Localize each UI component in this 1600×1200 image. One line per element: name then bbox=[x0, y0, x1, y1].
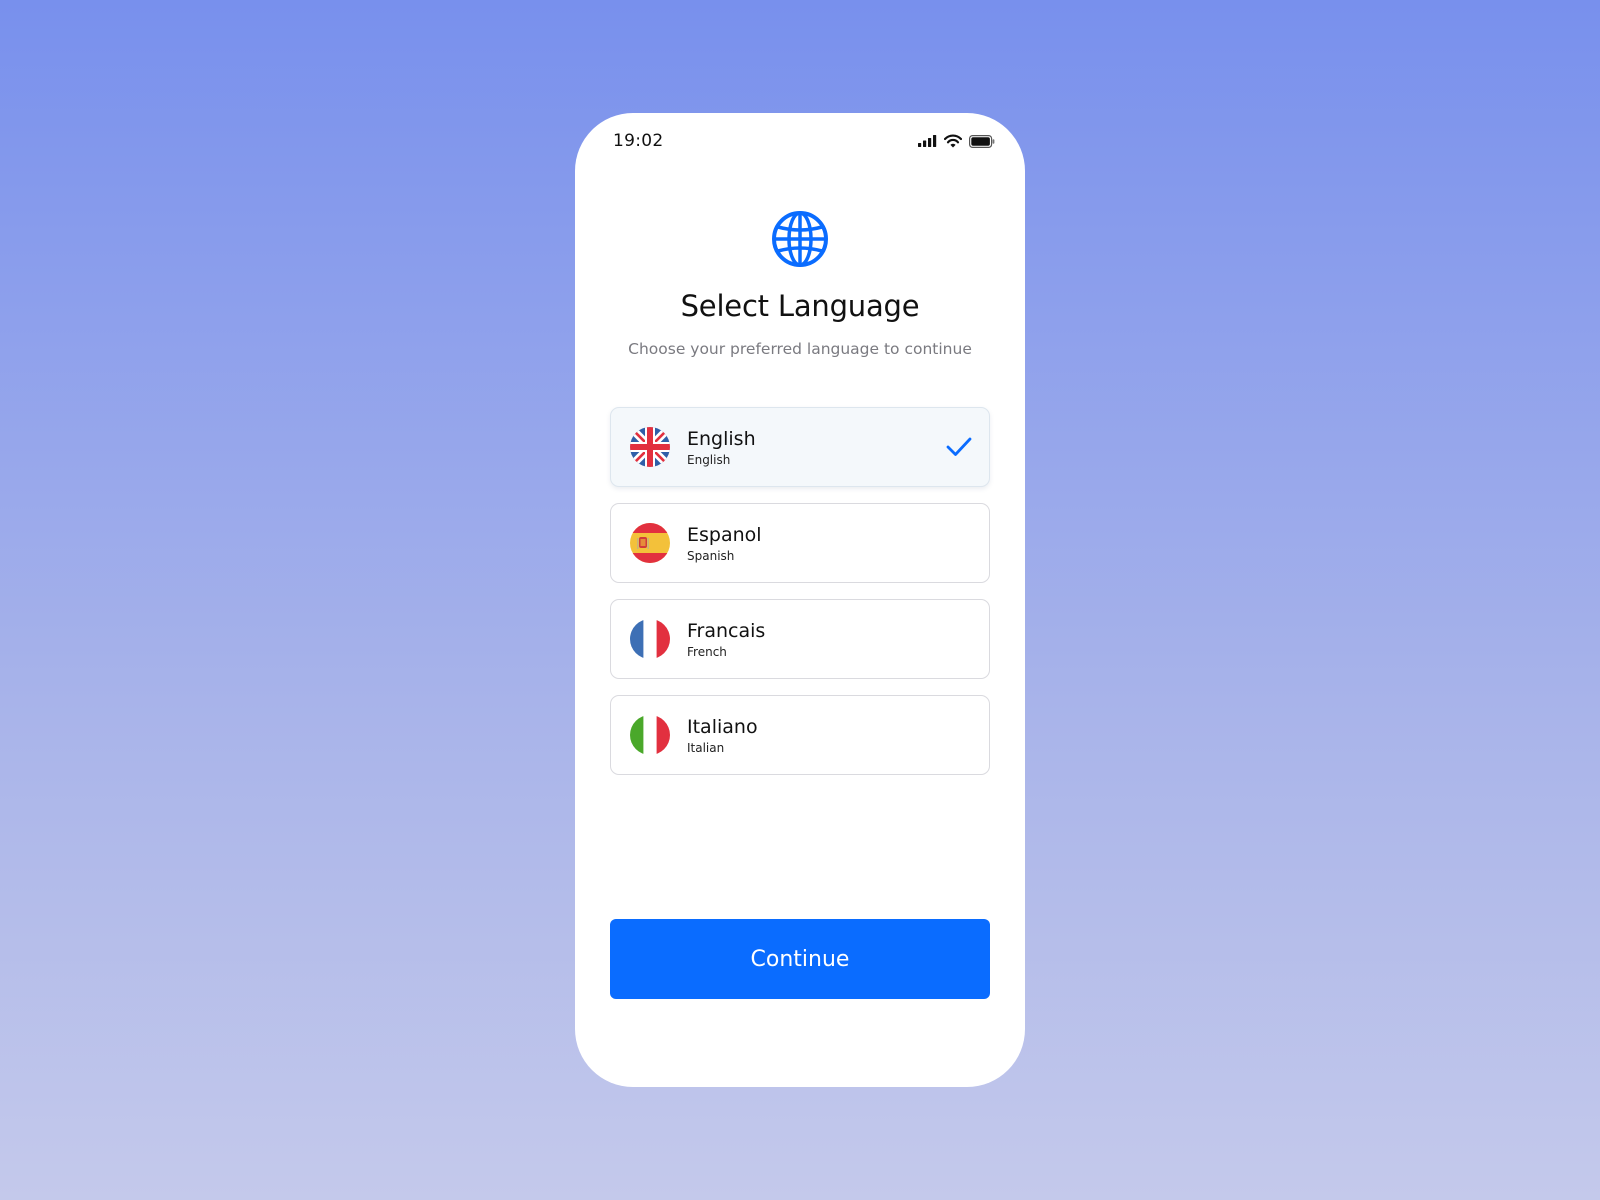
globe-icon bbox=[772, 211, 828, 267]
language-option-francais[interactable]: Francais French bbox=[610, 599, 990, 679]
checkmark-icon bbox=[946, 437, 972, 456]
spain-flag-icon bbox=[630, 523, 670, 563]
status-time: 19:02 bbox=[613, 131, 664, 151]
wifi-icon bbox=[944, 134, 962, 148]
language-option-english[interactable]: English English bbox=[610, 407, 990, 487]
italy-flag-icon bbox=[630, 715, 670, 755]
language-name: English bbox=[687, 428, 756, 450]
battery-icon bbox=[969, 134, 995, 148]
continue-button[interactable]: Continue bbox=[610, 919, 990, 999]
language-name: Francais bbox=[687, 620, 766, 642]
page-title: Select Language bbox=[680, 289, 920, 323]
status-icons bbox=[918, 134, 995, 148]
france-flag-icon bbox=[630, 619, 670, 659]
language-text: Francais French bbox=[687, 620, 765, 659]
phone-frame: 19:02 Select Language Choose your prefer… bbox=[575, 113, 1025, 1087]
cellular-signal-icon bbox=[918, 135, 937, 147]
language-native-name: Spanish bbox=[687, 549, 735, 563]
language-text: Espanol Spanish bbox=[687, 524, 762, 563]
language-option-espanol[interactable]: Espanol Spanish bbox=[610, 503, 990, 583]
language-text: Italiano Italian bbox=[687, 716, 758, 755]
language-list: English English Espanol Spanish Francais… bbox=[610, 407, 990, 791]
status-bar: 19:02 bbox=[613, 127, 995, 155]
language-native-name: French bbox=[687, 645, 727, 659]
language-name: Italiano bbox=[687, 716, 758, 738]
page-subtitle: Choose your preferred language to contin… bbox=[628, 340, 972, 358]
language-native-name: English bbox=[687, 453, 731, 467]
uk-flag-icon bbox=[630, 427, 670, 467]
language-name: Espanol bbox=[687, 524, 762, 546]
language-text: English English bbox=[687, 428, 756, 467]
language-native-name: Italian bbox=[687, 741, 725, 755]
language-option-italiano[interactable]: Italiano Italian bbox=[610, 695, 990, 775]
